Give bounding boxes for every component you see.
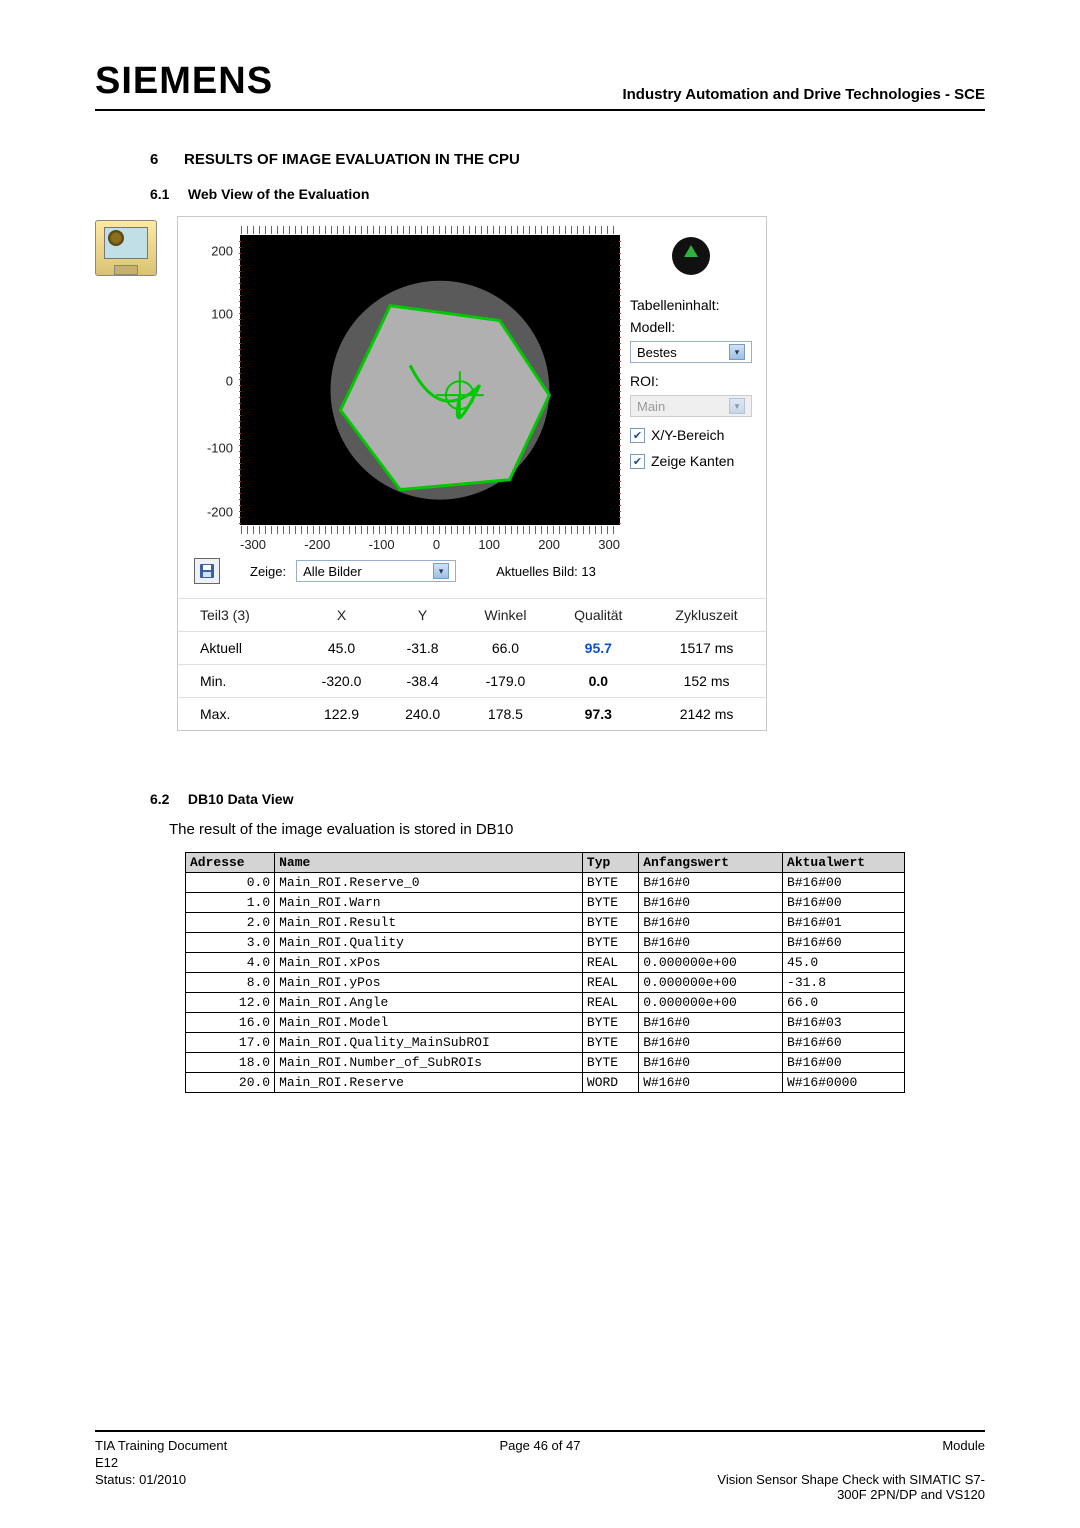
col-adresse: Adresse <box>186 853 275 873</box>
sub-title: Web View of the Evaluation <box>188 186 370 202</box>
zeige-label: Zeige: <box>250 564 286 579</box>
monitor-icon <box>95 220 157 276</box>
results-table: Teil3 (3) X Y Winkel Qualität Zykluszeit… <box>178 598 766 730</box>
col-x: X <box>299 599 384 632</box>
footer-page-number: Page 46 of 47 <box>392 1438 689 1453</box>
section-title: RESULTS OF IMAGE EVALUATION IN THE CPU <box>184 151 520 168</box>
col-name: Name <box>275 853 583 873</box>
roi-label: ROI: <box>630 373 752 389</box>
web-view-panel: 200 100 0 -100 -200 <box>177 216 767 731</box>
db10-table: Adresse Name Typ Anfangswert Aktualwert … <box>185 852 905 1093</box>
current-image-label: Aktuelles Bild: 13 <box>496 564 596 579</box>
zeige-dropdown[interactable]: Alle Bilder ▾ <box>296 560 456 582</box>
page-footer: TIA Training Document Page 46 of 47 Modu… <box>95 1430 985 1502</box>
col-cycle: Zykluszeit <box>647 599 766 632</box>
checkbox-checked-icon: ✔ <box>630 454 645 469</box>
col-quality: Qualität <box>550 599 648 632</box>
table-content-label: Tabelleninhalt: <box>630 297 752 313</box>
col-typ: Typ <box>582 853 638 873</box>
checkbox-checked-icon: ✔ <box>630 428 645 443</box>
x-axis-ticks: -300 -200 -100 0 100 200 300 <box>240 537 620 552</box>
table-row: 2.0Main_ROI.ResultBYTEB#16#0B#16#01 <box>186 913 905 933</box>
table-row: 1.0Main_ROI.WarnBYTEB#16#0B#16#00 <box>186 893 905 913</box>
footer-left-1: TIA Training Document <box>95 1438 392 1453</box>
footer-right-1: Module <box>688 1438 985 1453</box>
col-y: Y <box>384 599 462 632</box>
table-row: 18.0Main_ROI.Number_of_SubROIsBYTEB#16#0… <box>186 1053 905 1073</box>
header-right-text: Industry Automation and Drive Technologi… <box>622 86 985 103</box>
xy-range-label: X/Y-Bereich <box>651 427 724 443</box>
sub-title: DB10 Data View <box>188 791 294 807</box>
table-row: 20.0Main_ROI.ReserveWORDW#16#0W#16#0000 <box>186 1073 905 1093</box>
model-dropdown[interactable]: Bestes ▾ <box>630 341 752 363</box>
sub-num: 6.1 <box>150 186 184 202</box>
table-row: 4.0Main_ROI.xPosREAL0.000000e+0045.0 <box>186 953 905 973</box>
siemens-logo: SIEMENS <box>95 60 273 103</box>
footer-left-3: Status: 01/2010 <box>95 1472 392 1502</box>
section-number: 6 <box>150 151 184 168</box>
save-icon[interactable] <box>194 558 220 584</box>
roi-dropdown: Main ▾ <box>630 395 752 417</box>
show-edges-label: Zeige Kanten <box>651 453 734 469</box>
model-value: Bestes <box>637 345 677 360</box>
chevron-down-icon: ▾ <box>729 398 745 414</box>
db10-description: The result of the image evaluation is st… <box>169 821 985 838</box>
table-row: 12.0Main_ROI.AngleREAL0.000000e+0066.0 <box>186 993 905 1013</box>
model-label: Modell: <box>630 319 752 335</box>
subsection-61: 6.1 Web View of the Evaluation <box>150 186 985 202</box>
table-row: 16.0Main_ROI.ModelBYTEB#16#0B#16#03 <box>186 1013 905 1033</box>
section-heading: 6 RESULTS OF IMAGE EVALUATION IN THE CPU <box>150 151 985 168</box>
roi-value: Main <box>637 399 665 414</box>
col-angle: Winkel <box>461 599 549 632</box>
chevron-down-icon: ▾ <box>433 563 449 579</box>
table-row: Aktuell 45.0 -31.8 66.0 95.7 1517 ms <box>178 632 766 665</box>
table-row: 8.0Main_ROI.yPosREAL0.000000e+00-31.8 <box>186 973 905 993</box>
footer-right-3: Vision Sensor Shape Check with SIMATIC S… <box>688 1472 985 1502</box>
hexagon-shape <box>241 236 619 524</box>
table-row: 3.0Main_ROI.QualityBYTEB#16#0B#16#60 <box>186 933 905 953</box>
status-led-icon <box>672 237 710 275</box>
right-controls: Tabelleninhalt: Modell: Bestes ▾ ROI: Ma… <box>620 235 756 592</box>
col-anfangswert: Anfangswert <box>639 853 783 873</box>
table-row: Min. -320.0 -38.4 -179.0 0.0 152 ms <box>178 665 766 698</box>
page-header: SIEMENS Industry Automation and Drive Te… <box>95 60 985 111</box>
footer-left-2: E12 <box>95 1455 392 1470</box>
zeige-value: Alle Bilder <box>303 564 362 579</box>
subsection-62: 6.2 DB10 Data View <box>150 791 985 807</box>
y-axis-ticks: 200 100 0 -100 -200 <box>191 236 237 526</box>
table-row: 0.0Main_ROI.Reserve_0BYTEB#16#0B#16#00 <box>186 873 905 893</box>
table-row: Max. 122.9 240.0 178.5 97.3 2142 ms <box>178 698 766 731</box>
col-aktualwert: Aktualwert <box>783 853 905 873</box>
sub-num: 6.2 <box>150 791 184 807</box>
chevron-down-icon: ▾ <box>729 344 745 360</box>
table-row: 17.0Main_ROI.Quality_MainSubROIBYTEB#16#… <box>186 1033 905 1053</box>
evaluation-plot: 200 100 0 -100 -200 <box>240 235 620 525</box>
show-edges-checkbox[interactable]: ✔ Zeige Kanten <box>630 453 752 469</box>
xy-range-checkbox[interactable]: ✔ X/Y-Bereich <box>630 427 752 443</box>
col-part: Teil3 (3) <box>178 599 299 632</box>
